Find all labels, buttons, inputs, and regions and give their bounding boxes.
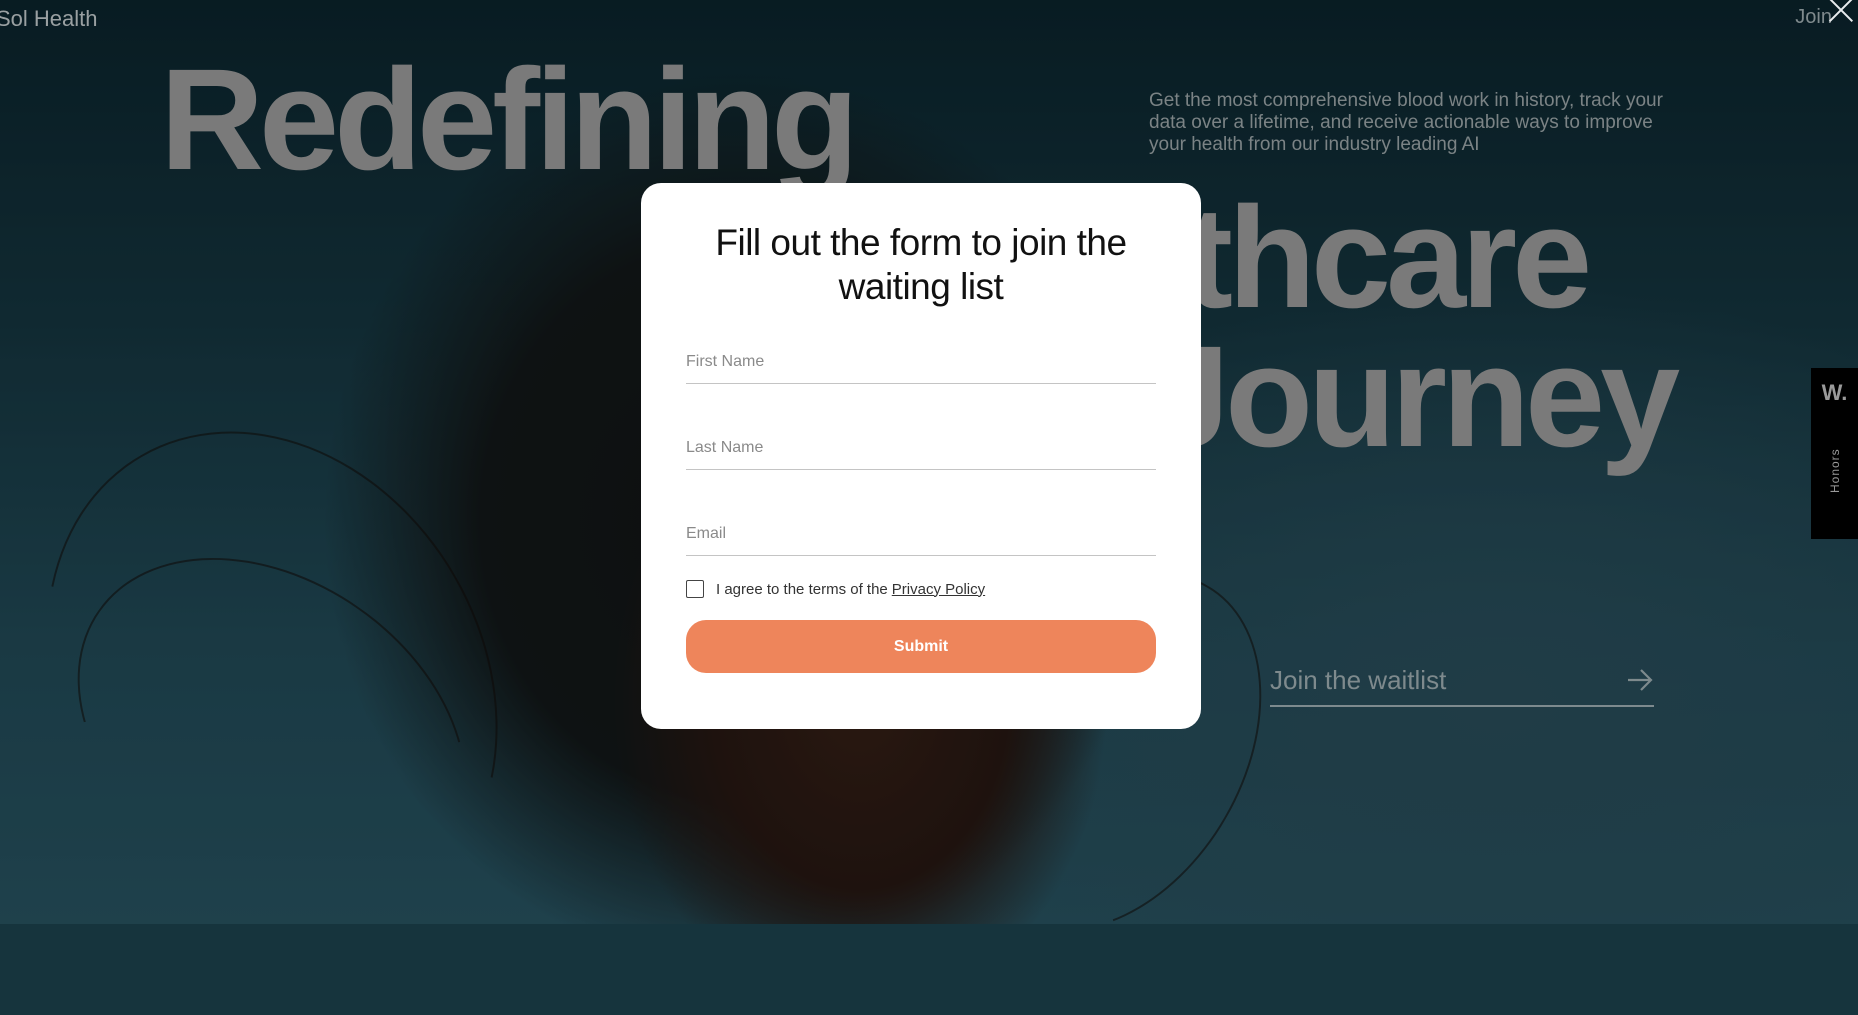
- waitlist-form: [686, 333, 1156, 556]
- submit-button[interactable]: Submit: [686, 620, 1156, 673]
- email-field: [686, 505, 1156, 556]
- first-name-field: [686, 333, 1156, 384]
- last-name-input[interactable]: [686, 427, 1156, 469]
- agree-text: I agree to the terms of the: [716, 580, 888, 598]
- brand-logo[interactable]: Sol Health: [0, 6, 98, 32]
- first-name-input[interactable]: [686, 341, 1156, 383]
- privacy-agreement: I agree to the terms of the Privacy Poli…: [686, 580, 1156, 598]
- awards-badge[interactable]: W. Honors: [1811, 368, 1858, 539]
- privacy-policy-link[interactable]: Privacy Policy: [892, 581, 985, 598]
- hero-subtitle: Get the most comprehensive blood work in…: [1149, 90, 1663, 155]
- arrow-right-icon: [1628, 669, 1653, 691]
- awards-logo: W.: [1821, 380, 1848, 405]
- waitlist-modal: Fill out the form to join the waiting li…: [641, 183, 1201, 729]
- hero-headline-word-1: Redefining: [160, 39, 859, 200]
- awards-label: Honors: [1828, 448, 1842, 493]
- join-waitlist-button[interactable]: Join the waitlist: [1270, 655, 1654, 707]
- last-name-field: [686, 419, 1156, 470]
- privacy-checkbox[interactable]: [686, 580, 704, 598]
- modal-title: Fill out the form to join the waiting li…: [715, 222, 1127, 307]
- close-icon[interactable]: [1824, 0, 1858, 28]
- join-waitlist-label: Join the waitlist: [1270, 664, 1447, 695]
- hero-headline-word-2: lthcare: [1150, 177, 1592, 338]
- hero-headline-word-3: Journey: [1150, 316, 1680, 477]
- email-input[interactable]: [686, 513, 1156, 555]
